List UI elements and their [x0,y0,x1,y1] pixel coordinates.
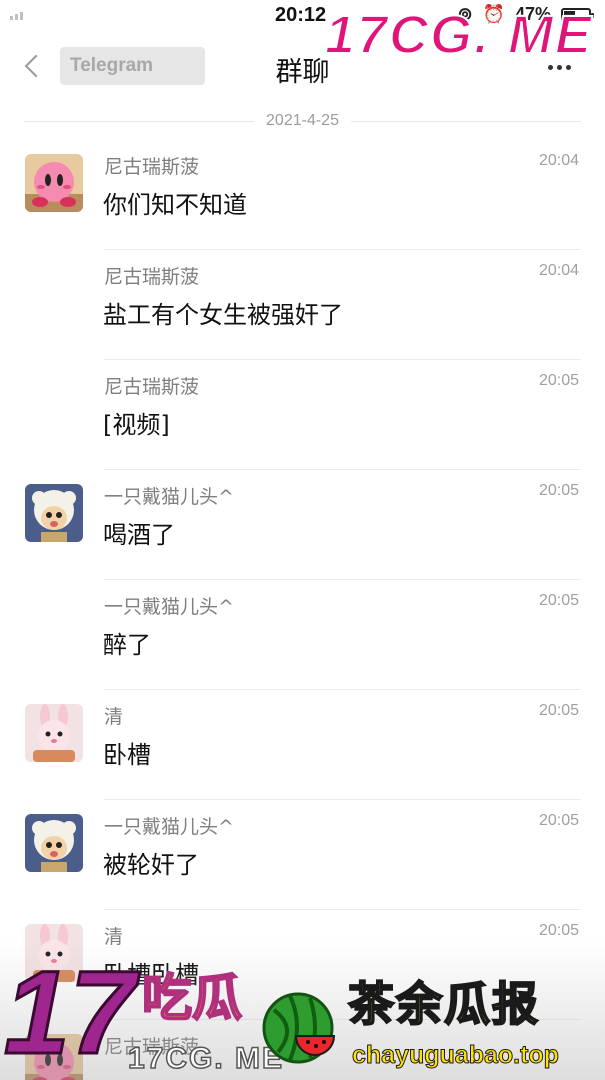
message-item[interactable]: 一只戴猫儿头^ 20:05 被轮奸了 [0,800,605,910]
message-time: 20:05 [538,482,579,499]
bunny-avatar[interactable] [25,704,83,762]
chat-screen: 20:12 ⊚ ⏰ 47% Telegram 群聊 17CG. ME 2021-… [0,0,605,1080]
signal-icon [10,12,23,20]
message-text: [视频] [103,411,170,439]
message-sender: 尼古瑞斯菠 [104,266,200,288]
message-time: 20:05 [538,592,579,609]
message-sender: 清 [104,706,124,728]
message-text: 被轮奸了 [103,851,199,879]
message-sender: 一只戴猫儿头^ [104,486,234,508]
message-text: 醉了 [103,631,151,659]
message-time: 20:05 [538,372,579,389]
message-time: 20:05 [538,922,579,939]
message-sender: 尼古瑞斯菠 [104,156,200,178]
bottom-shade [0,940,605,1080]
message-item[interactable]: 尼古瑞斯菠 20:05 [视频] [0,360,605,470]
message-text: 喝酒了 [103,521,175,549]
message-text: 卧槽 [103,741,151,769]
message-sender: 尼古瑞斯菠 [104,376,200,398]
message-item[interactable]: 尼古瑞斯菠 20:04 盐工有个女生被强奸了 [0,250,605,360]
message-text: 盐工有个女生被强奸了 [103,301,343,329]
sheep-avatar[interactable] [25,814,83,872]
kirby-avatar[interactable] [25,154,83,212]
status-time: 20:12 [275,4,327,26]
sheep-avatar[interactable] [25,484,83,542]
message-time: 20:04 [538,262,579,279]
watermark-top: 17CG. ME [324,4,593,66]
message-item[interactable]: 尼古瑞斯菠 20:04 你们知不知道 [0,140,605,250]
date-divider: 2021-4-25 [24,108,582,134]
message-item[interactable]: 一只戴猫儿头^ 20:05 喝酒了 [0,470,605,580]
message-time: 20:05 [538,812,579,829]
message-sender: 一只戴猫儿头^ [104,596,234,618]
message-sender: 一只戴猫儿头^ [104,816,234,838]
message-item[interactable]: 清 20:05 卧槽 [0,690,605,800]
message-list: 尼古瑞斯菠 20:04 你们知不知道 尼古瑞斯菠 20:04 盐工有个女生被强奸了 尼古瑞斯… [0,140,605,1080]
date-label: 2021-4-25 [266,112,339,129]
message-time: 20:04 [538,152,579,169]
message-text: 你们知不知道 [103,191,247,219]
message-item[interactable]: 一只戴猫儿头^ 20:05 醉了 [0,580,605,690]
message-time: 20:05 [538,702,579,719]
